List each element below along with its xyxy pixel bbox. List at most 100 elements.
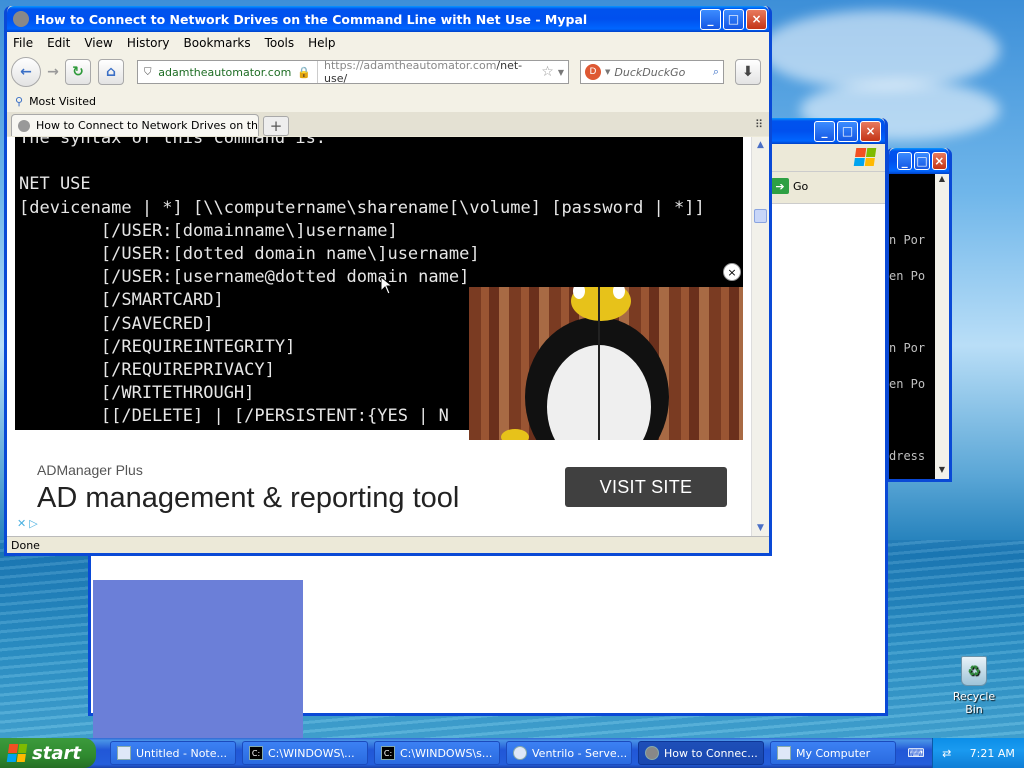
start-button[interactable]: start [0,738,96,768]
advertisement[interactable]: ADManager Plus AD management & reporting… [15,440,743,536]
cmd-line: en Po [889,377,926,391]
url-bar[interactable]: ⛉ adamtheautomator.com 🔒 https://adamthe… [137,59,569,85]
scroll-down-icon[interactable]: ▼ [935,465,949,479]
maximize-button[interactable]: □ [723,8,744,30]
menu-tools[interactable]: Tools [265,36,295,50]
task-label: C:\WINDOWS\... [268,746,355,760]
ad-info-icon[interactable]: ▷ [29,517,37,530]
recycle-bin-icon[interactable]: ♻ Recycle Bin [944,656,1004,716]
close-button[interactable]: × [931,152,947,170]
lock-icon: 🔒 [297,65,311,79]
ad-choices[interactable]: ✕ ▷ [17,517,38,530]
minimize-button[interactable]: _ [700,8,721,30]
new-tab-button[interactable]: + [263,116,289,136]
scroll-thumb[interactable] [754,209,767,223]
cmd-titlebar[interactable]: _ □ × [889,148,949,174]
menu-bar: File Edit View History Bookmarks Tools H… [7,32,769,54]
navigation-toolbar: ← → ↻ ⌂ ⛉ adamtheautomator.com 🔒 https:/… [7,54,769,90]
menu-view[interactable]: View [84,36,112,50]
browser-titlebar[interactable]: How to Connect to Network Drives on the … [7,6,769,32]
tab-title: How to Connect to Network Drives on the … [36,119,259,132]
status-bar: Done [7,536,769,553]
close-button[interactable]: × [746,8,767,30]
shield-icon: ⛉ [144,66,152,78]
keyboard-icon[interactable]: ⌨ [904,741,928,765]
cmd-line: dress [889,449,926,463]
video-close-button[interactable]: × [723,263,741,281]
code-line: [/USER:[domainname\]username] [19,220,398,241]
scroll-up-icon[interactable]: ▲ [752,137,769,153]
menu-bookmarks[interactable]: Bookmarks [184,36,251,50]
taskbar: start Untitled - Note... C: C:\WINDOWS\.… [0,738,1024,768]
scroll-down-icon[interactable]: ▼ [752,520,769,536]
maximize-button[interactable]: □ [837,120,858,142]
cmd-icon: C: [249,746,263,760]
url-text[interactable]: https://adamtheautomator.com/net-use/ [318,59,541,85]
cmd-window[interactable]: _ □ × n Por en Po n Por en Po dress dres… [886,148,952,482]
code-line: NET USE [19,174,91,195]
taskbar-item-notepad[interactable]: Untitled - Note... [110,741,236,765]
menu-history[interactable]: History [127,36,170,50]
cmd-line [889,414,935,426]
cmd-line: en Po [889,269,926,283]
home-button[interactable]: ⌂ [98,59,124,85]
minimize-button[interactable]: _ [897,152,913,170]
taskbar-item-browser[interactable]: How to Connec... [638,741,764,765]
cmd-scrollbar[interactable]: ▲ ▼ [935,174,949,479]
bookmark-star-icon[interactable]: ☆ [541,64,558,80]
task-label: Ventrilo - Serve... [532,746,628,760]
menu-help[interactable]: Help [308,36,335,50]
recycle-icon: ♻ [961,656,987,686]
taskbar-item-my-computer[interactable]: My Computer [770,741,896,765]
forward-button[interactable]: → [44,59,62,85]
cloud [760,10,1000,90]
visit-site-button[interactable]: VISIT SITE [565,467,727,507]
page-content: The syntax of this command is: NET USE [d… [7,137,769,536]
search-icon[interactable]: ⌕ [713,65,723,79]
windows-logo-icon [6,744,28,762]
bookmarks-toolbar: ⚲ Most Visited [7,90,769,112]
page-scrollbar[interactable]: ▲ ▼ [751,137,769,536]
my-computer-icon [777,746,791,760]
bookmark-most-visited[interactable]: Most Visited [29,95,96,108]
mypal-icon [645,746,659,760]
download-icon: ⬇ [742,64,754,80]
close-button[interactable]: × [860,120,881,142]
taskbar-item-cmd-2[interactable]: C: C:\WINDOWS\s... [374,741,500,765]
scroll-up-icon[interactable]: ▲ [935,174,949,188]
status-text: Done [11,538,40,552]
menu-file[interactable]: File [13,36,33,50]
penguin-image [501,287,669,441]
downloads-button[interactable]: ⬇ [735,59,761,85]
cmd-icon: C: [381,746,395,760]
back-button[interactable]: ← [11,57,41,87]
url-dropdown-icon[interactable]: ▼ [558,68,568,77]
site-identity-button[interactable]: ⛉ adamtheautomator.com 🔒 [138,61,318,83]
search-bar[interactable]: D ▼ DuckDuckGo ⌕ [580,60,724,84]
maximize-button[interactable]: □ [914,152,930,170]
minimize-button[interactable]: _ [814,120,835,142]
penguin-video-overlay[interactable] [469,287,743,441]
clock[interactable]: 7:21 AM [970,747,1015,760]
tab-strip: How to Connect to Network Drives on the … [7,112,769,136]
cmd-output: n Por en Po n Por en Po dress dress [889,174,935,479]
mouse-cursor-icon [381,277,393,295]
taskbar-item-cmd-1[interactable]: C: C:\WINDOWS\... [242,741,368,765]
go-button[interactable]: ➔ Go [771,178,808,194]
ad-close-icon[interactable]: ✕ [17,517,26,530]
ad-brand: ADManager Plus [37,462,143,478]
reload-button[interactable]: ↻ [65,59,91,85]
mypal-app-icon [13,11,29,27]
cmd-line: n Por [889,233,926,247]
ventrilo-icon [513,746,527,760]
network-icon[interactable]: ⇄ [942,747,951,760]
tab-active[interactable]: How to Connect to Network Drives on the … [11,114,259,136]
ad-headline[interactable]: AD management & reporting tool [37,482,459,515]
taskbar-item-ventrilo[interactable]: Ventrilo - Serve... [506,741,632,765]
search-engine-dropdown-icon[interactable]: ▼ [605,68,610,76]
task-label: My Computer [796,746,871,760]
menu-edit[interactable]: Edit [47,36,70,50]
duckduckgo-icon: D [585,64,601,80]
tab-grid-icon[interactable]: ⠿ [755,118,763,131]
